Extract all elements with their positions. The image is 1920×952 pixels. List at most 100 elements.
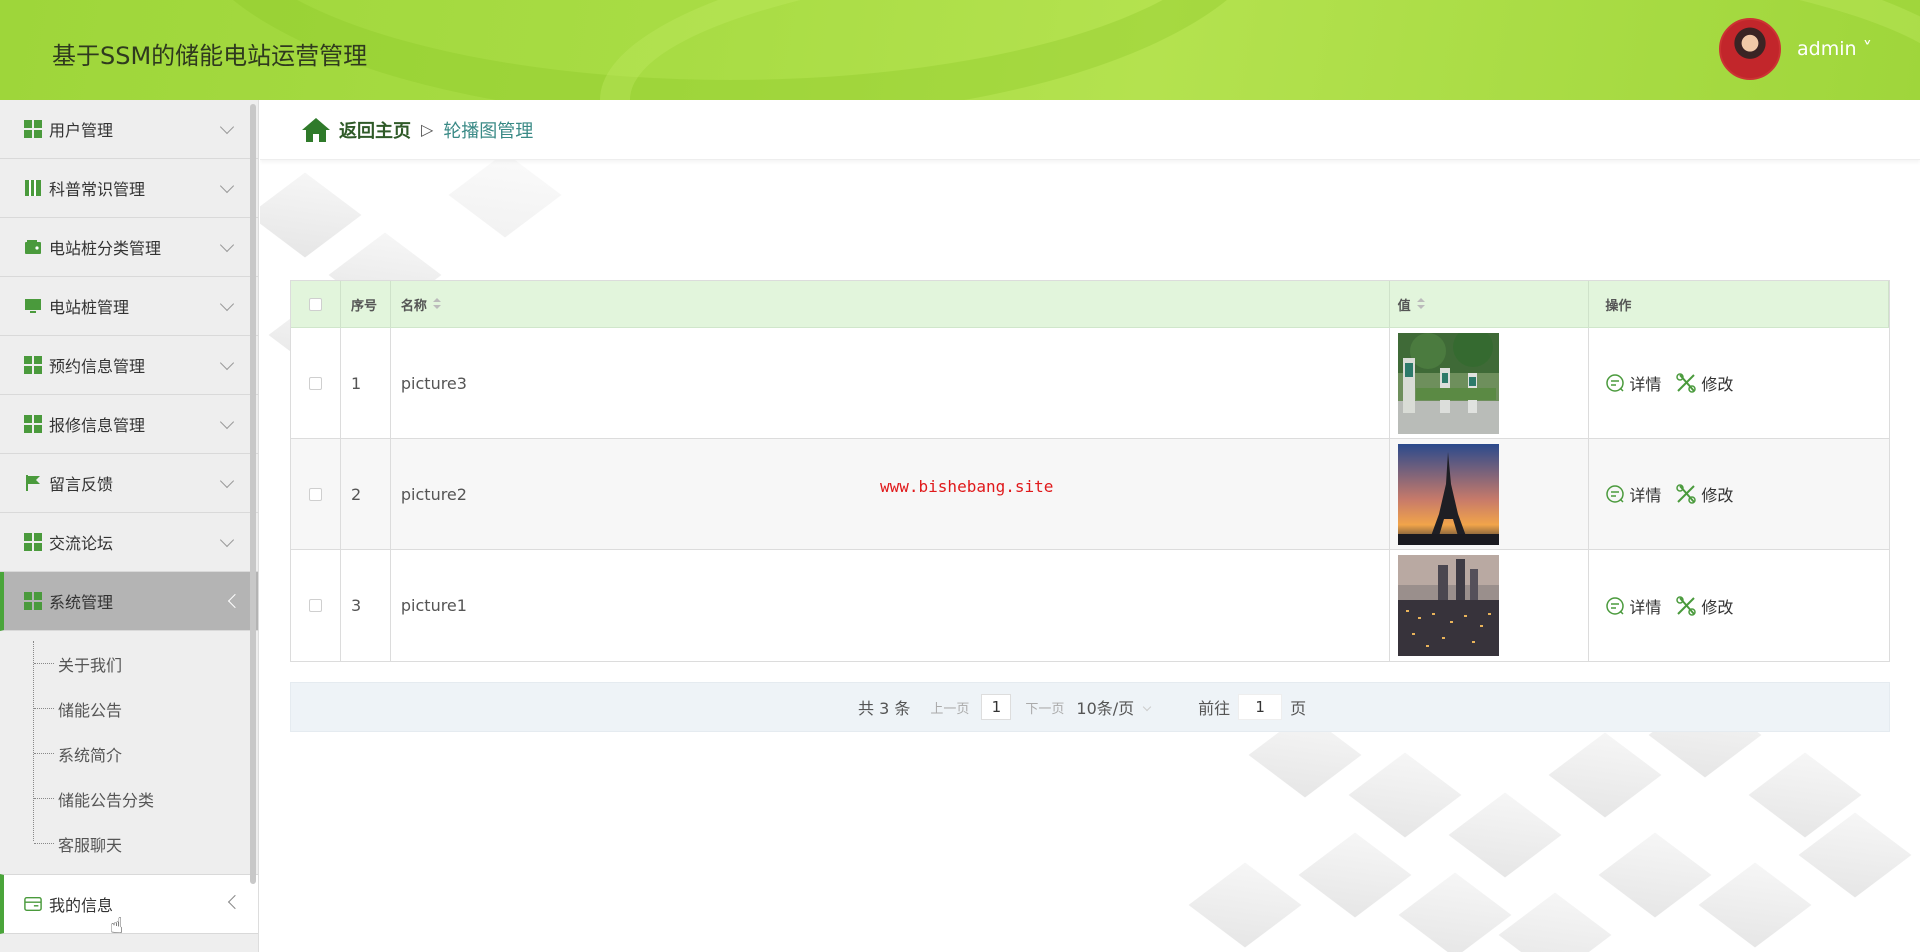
sidebar-item-science[interactable]: 科普常识管理 bbox=[0, 159, 258, 218]
row-actions: 详情 修改 bbox=[1589, 328, 1889, 438]
chevron-down-icon bbox=[219, 296, 235, 312]
sidebar-item-reservation[interactable]: 预约信息管理 bbox=[0, 336, 258, 395]
column-header-label: 名称 bbox=[400, 298, 427, 314]
breadcrumb-current: 轮播图管理 bbox=[443, 120, 534, 142]
edit-button[interactable]: 修改 bbox=[1675, 482, 1733, 506]
card-icon bbox=[24, 895, 42, 913]
user-menu[interactable]: admin ˅ bbox=[1797, 38, 1872, 60]
goto-label: 前往 bbox=[1198, 699, 1231, 718]
row-select-cell bbox=[291, 550, 341, 661]
table-header: 序号 名称 值 操作 bbox=[291, 281, 1889, 328]
eiffel-tower-image[interactable] bbox=[1397, 443, 1499, 545]
detail-icon bbox=[1606, 374, 1625, 392]
next-page-button[interactable]: 下一页 bbox=[1025, 698, 1064, 717]
chevron-down-icon bbox=[219, 414, 235, 430]
grid-icon bbox=[24, 533, 42, 551]
detail-button[interactable]: 详情 bbox=[1605, 482, 1661, 506]
background-cube bbox=[260, 172, 362, 258]
sidebar-item-label: 留言反馈 bbox=[49, 475, 114, 494]
city-skyline-image[interactable] bbox=[1397, 555, 1499, 656]
sidebar-item-system[interactable]: 系统管理 bbox=[0, 572, 258, 631]
detail-button[interactable]: 详情 bbox=[1605, 371, 1661, 395]
column-header-label: 值 bbox=[1397, 298, 1411, 314]
page-size-select[interactable]: 10条/页 bbox=[1076, 695, 1152, 719]
row-actions: 详情 修改 bbox=[1589, 439, 1889, 549]
submenu-item-notice[interactable]: 储能公告 bbox=[34, 686, 258, 731]
background-cube bbox=[1188, 862, 1302, 948]
chevron-left-icon bbox=[227, 894, 243, 910]
column-header-name[interactable]: 名称 bbox=[391, 281, 1390, 327]
detail-button[interactable]: 详情 bbox=[1605, 594, 1661, 618]
background-cube bbox=[1598, 832, 1712, 918]
row-checkbox[interactable] bbox=[308, 599, 322, 612]
detail-label: 详情 bbox=[1629, 375, 1662, 394]
submenu-item-about[interactable]: 关于我们 bbox=[34, 641, 258, 686]
avatar[interactable] bbox=[1719, 18, 1781, 80]
background-cube bbox=[448, 152, 562, 238]
sidebar: 用户管理 科普常识管理 电站桩分类管理 电站桩管理 预约信息管理 报修信息管理 bbox=[0, 100, 259, 952]
background-cube bbox=[1498, 892, 1612, 952]
goto-page-input[interactable]: 1 bbox=[1238, 694, 1283, 720]
edit-label: 修改 bbox=[1701, 486, 1734, 505]
goto-page: 前往 1 页 bbox=[1198, 694, 1306, 720]
table-row: 2 picture2 详情 修改 bbox=[291, 439, 1889, 550]
sidebar-item-feedback[interactable]: 留言反馈 bbox=[0, 454, 258, 513]
row-checkbox[interactable] bbox=[308, 487, 322, 501]
chevron-down-icon bbox=[219, 119, 235, 135]
system-submenu: 关于我们 储能公告 系统简介 储能公告分类 客服聊天 bbox=[0, 631, 258, 874]
row-image-cell bbox=[1390, 328, 1590, 438]
select-all-checkbox[interactable] bbox=[308, 297, 322, 311]
row-image-cell bbox=[1390, 439, 1590, 549]
detail-label: 详情 bbox=[1629, 486, 1662, 505]
edit-button[interactable]: 修改 bbox=[1675, 594, 1733, 618]
sidebar-item-station[interactable]: 电站桩管理 bbox=[0, 277, 258, 336]
app-title: 基于SSM的储能电站运营管理 bbox=[52, 42, 368, 70]
chevron-left-icon bbox=[227, 593, 243, 609]
chevron-down-icon bbox=[219, 178, 235, 194]
breadcrumb: 返回主页 ▷ 轮播图管理 bbox=[260, 100, 1920, 160]
sidebar-item-repair[interactable]: 报修信息管理 bbox=[0, 395, 258, 454]
detail-label: 详情 bbox=[1629, 597, 1662, 617]
sidebar-item-label: 预约信息管理 bbox=[49, 357, 146, 376]
pagination: 共 3 条 上一页 1 下一页 10条/页 前往 1 页 bbox=[290, 682, 1890, 732]
prev-page-button[interactable]: 上一页 bbox=[930, 698, 969, 717]
submenu-item-notice-category[interactable]: 储能公告分类 bbox=[34, 776, 258, 821]
wrench-icon bbox=[1676, 595, 1697, 616]
sidebar-item-label: 科普常识管理 bbox=[49, 180, 146, 199]
sidebar-item-label: 交流论坛 bbox=[49, 534, 114, 553]
main-content: 返回主页 ▷ 轮播图管理 序号 名称 值 操作 1 picture3 详情 修改… bbox=[260, 100, 1920, 952]
charging-station-image[interactable] bbox=[1397, 332, 1499, 434]
mouse-pointer-icon: ☝ bbox=[110, 914, 124, 939]
background-cube bbox=[1298, 832, 1412, 918]
sidebar-item-station-category[interactable]: 电站桩分类管理 bbox=[0, 218, 258, 277]
table-row: 3 picture1 详情 修改 bbox=[291, 550, 1889, 661]
sort-icon[interactable] bbox=[432, 298, 441, 310]
sort-icon[interactable] bbox=[1416, 298, 1425, 310]
edit-button[interactable]: 修改 bbox=[1675, 371, 1733, 395]
page-number-button[interactable]: 1 bbox=[981, 694, 1012, 720]
sidebar-item-users[interactable]: 用户管理 bbox=[0, 100, 258, 159]
submenu-item-intro[interactable]: 系统简介 bbox=[34, 731, 258, 776]
background-cube bbox=[1398, 872, 1512, 952]
grid-icon bbox=[24, 415, 42, 433]
sidebar-item-label: 系统管理 bbox=[49, 593, 114, 612]
sidebar-item-label: 报修信息管理 bbox=[49, 416, 146, 435]
background-cube bbox=[1448, 792, 1562, 878]
row-image-cell bbox=[1390, 550, 1590, 661]
submenu-item-chat[interactable]: 客服聊天 bbox=[34, 821, 258, 866]
sidebar-item-forum[interactable]: 交流论坛 bbox=[0, 513, 258, 572]
sidebar-scrollbar[interactable] bbox=[250, 104, 256, 884]
grid-icon bbox=[24, 592, 42, 610]
chevron-down-icon bbox=[219, 473, 235, 489]
grid-icon bbox=[24, 120, 42, 138]
breadcrumb-home-link[interactable]: 返回主页 bbox=[339, 117, 411, 143]
row-select-cell bbox=[291, 439, 341, 549]
row-actions: 详情 修改 bbox=[1589, 550, 1889, 661]
edit-label: 修改 bbox=[1701, 375, 1734, 394]
row-checkbox[interactable] bbox=[308, 376, 322, 390]
sidebar-item-my-info[interactable]: 我的信息 bbox=[0, 874, 258, 934]
home-icon[interactable] bbox=[301, 117, 331, 143]
row-name: picture1 bbox=[391, 550, 1390, 661]
column-header-value[interactable]: 值 bbox=[1390, 281, 1590, 327]
flag-icon bbox=[24, 474, 42, 492]
